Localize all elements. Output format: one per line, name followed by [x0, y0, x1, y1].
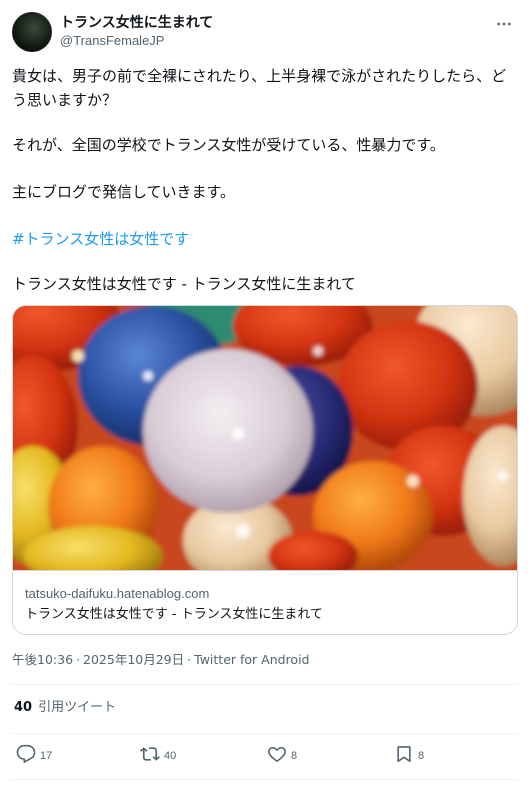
- tweet-time[interactable]: 午後10:36: [12, 650, 73, 670]
- reply-icon: [16, 744, 36, 768]
- like-count: 8: [291, 750, 298, 762]
- tweet-date[interactable]: 2025年10月29日: [83, 650, 184, 670]
- meta-separator: ·: [76, 652, 81, 667]
- tweet-header: トランス女性に生まれて @TransFemaleJP: [12, 12, 518, 56]
- action-bar: 17 40 8 8: [12, 744, 518, 768]
- quote-label: 引用ツイート: [38, 700, 117, 715]
- author-names: トランス女性に生まれて @TransFemaleJP: [60, 12, 213, 50]
- author-handle[interactable]: @TransFemaleJP: [60, 32, 213, 50]
- post-text-paragraph: 主にブログで発信していきます。: [12, 183, 236, 201]
- more-dots-icon[interactable]: [492, 12, 516, 36]
- like-button[interactable]: 8: [267, 744, 297, 768]
- bookmark-icon: [394, 744, 414, 768]
- link-preview-domain: tatsuko-daifuku.hatenablog.com: [25, 586, 210, 601]
- divider: [12, 779, 518, 780]
- meta-separator: ·: [187, 652, 192, 667]
- tweet-source[interactable]: Twitter for Android: [194, 650, 309, 670]
- post-text-paragraph: トランス女性は女性です - トランス女性に生まれて: [12, 275, 356, 293]
- link-preview-title: トランス女性は女性です - トランス女性に生まれて: [25, 607, 324, 622]
- divider: [12, 684, 518, 685]
- divider: [12, 733, 518, 734]
- link-preview-image[interactable]: [13, 306, 517, 570]
- quote-count: 40: [14, 700, 33, 715]
- author-display-name[interactable]: トランス女性に生まれて: [60, 14, 213, 32]
- retweet-count: 40: [164, 750, 177, 762]
- heart-icon: [267, 744, 287, 768]
- post-text-paragraph: それが、全国の学校でトランス女性が受けている、性暴力です。: [12, 136, 445, 154]
- avatar[interactable]: [12, 12, 52, 52]
- quote-tweets-link[interactable]: 40 引用ツイート: [14, 698, 116, 718]
- retweet-button[interactable]: 40: [140, 744, 176, 768]
- bookmark-button[interactable]: 8: [394, 744, 424, 768]
- tweet-meta: 午後10:36 · 2025年10月29日 · Twitter for Andr…: [12, 650, 309, 670]
- retweet-icon: [140, 744, 160, 768]
- post-text-paragraph: 貴女は、男子の前で全裸にされたり、上半身裸で泳がされたりしたら、どう思いますか？: [12, 67, 507, 109]
- bookmark-count: 8: [418, 750, 425, 762]
- reply-button[interactable]: 17: [16, 744, 52, 768]
- hashtag-link[interactable]: #トランス女性は女性です: [12, 227, 520, 251]
- link-preview-card[interactable]: tatsuko-daifuku.hatenablog.com トランス女性は女性…: [12, 305, 518, 635]
- reply-count: 17: [40, 750, 53, 762]
- link-preview-footer[interactable]: tatsuko-daifuku.hatenablog.com トランス女性は女性…: [13, 570, 517, 634]
